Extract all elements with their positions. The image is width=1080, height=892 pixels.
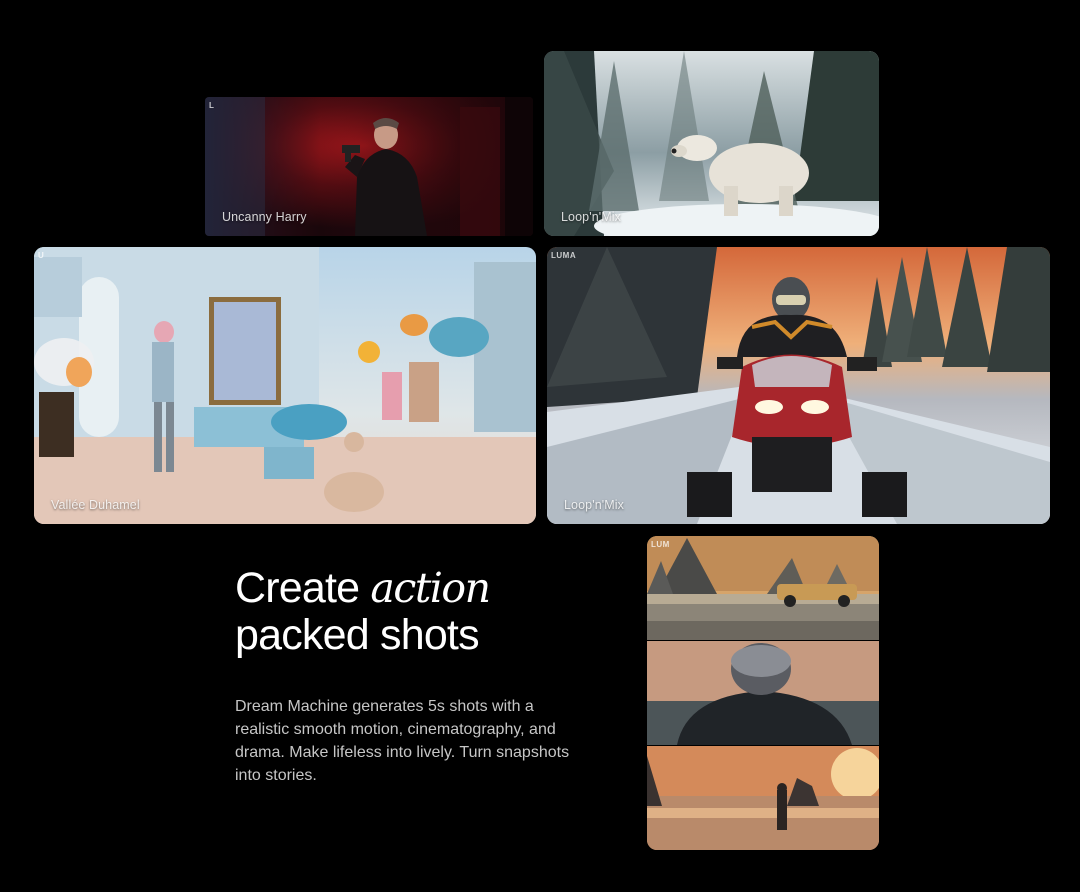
hero-headline: Create action packed shots [235, 564, 491, 659]
video-tile-snowmobile[interactable]: LUMA Loop'n'Mix [547, 247, 1050, 524]
watermark: L [209, 101, 215, 110]
triptych-panel-sunset [647, 746, 879, 850]
snowmobile-thumbnail [547, 247, 1050, 524]
headline-line2: packed shots [235, 611, 480, 659]
video-tile-vallee-duhamel[interactable]: U Vallée Duhamel [34, 247, 536, 524]
watermark: LUM [651, 540, 670, 549]
video-caption: Loop'n'Mix [561, 210, 621, 224]
video-caption: Vallée Duhamel [51, 498, 140, 512]
watermark: U [38, 251, 45, 260]
triptych-panel-portrait [647, 641, 879, 745]
headline-emphasis: action [370, 564, 491, 612]
polar-bear-thumbnail [544, 51, 879, 236]
video-tile-uncanny-harry[interactable]: L Uncanny Harry [205, 97, 533, 236]
video-tile-triptych[interactable]: LUM [647, 536, 879, 850]
watermark: LUMA [551, 251, 577, 260]
video-caption: Uncanny Harry [222, 210, 307, 224]
video-caption: Loop'n'Mix [564, 498, 624, 512]
triptych-panel-desert [647, 536, 879, 640]
video-tile-polar-bear[interactable]: Loop'n'Mix [544, 51, 879, 236]
headline-word: Create [235, 564, 360, 612]
vallee-duhamel-thumbnail [34, 247, 536, 524]
hero-description: Dream Machine generates 5s shots with a … [235, 698, 570, 784]
